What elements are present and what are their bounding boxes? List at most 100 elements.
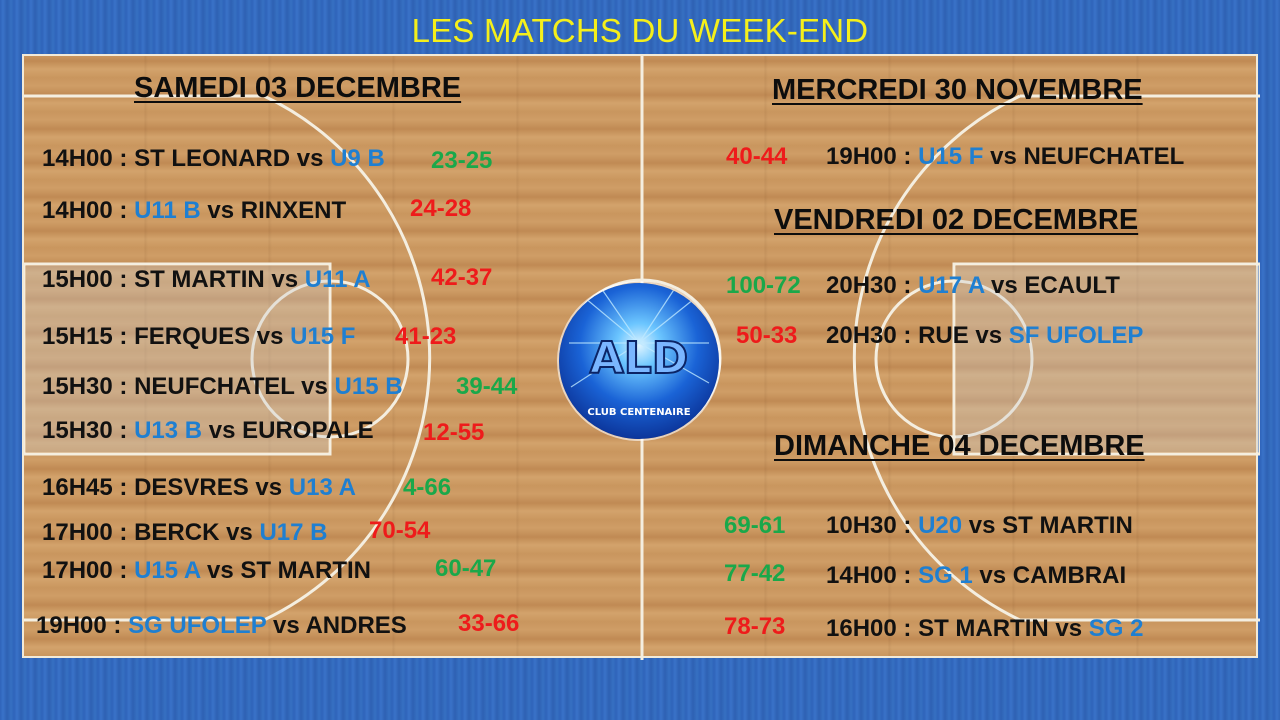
away-team: ANDRES (305, 612, 407, 639)
away-team: NEUFCHATEL (1023, 143, 1185, 170)
match-row: 15H15 : FERQUES vs U15 F (42, 323, 355, 351)
heading-friday: VENDREDI 02 DECEMBRE (774, 204, 1139, 236)
match-row: 15H00 : ST MARTIN vs U11 A (42, 266, 371, 294)
away-team: U15 F (290, 323, 356, 350)
logo-subtitle: CLUB CENTENAIRE (587, 407, 690, 418)
match-row: 14H00 : U11 B vs RINXENT (42, 197, 346, 225)
heading-sunday: DIMANCHE 04 DECEMBRE (774, 430, 1145, 462)
home-team: U13 B (134, 417, 203, 444)
versus-label: vs (984, 272, 1025, 299)
home-team: U11 B (134, 197, 201, 224)
versus-label: vs (983, 143, 1024, 170)
match-score: 4-66 (403, 474, 452, 501)
match-time: 15H30 : (42, 373, 135, 400)
match-time: 15H15 : (42, 323, 135, 350)
away-team: ST MARTIN (240, 557, 371, 584)
away-team: SF UFOLEP (1008, 322, 1144, 349)
versus-label: vs (1048, 615, 1089, 642)
match-time: 14H00 : (42, 145, 135, 172)
match-time: 14H00 : (42, 197, 135, 224)
match-time: 14H00 : (826, 562, 919, 589)
match-time: 17H00 : (42, 557, 135, 584)
match-row: 19H00 : U15 F vs NEUFCHATEL (826, 143, 1184, 171)
match-time: 15H00 : (42, 266, 135, 293)
heading-saturday: SAMEDI 03 DECEMBRE (134, 72, 462, 104)
match-time: 20H30 : (826, 322, 919, 349)
match-score: 12-55 (423, 419, 485, 446)
match-time: 17H00 : (42, 519, 135, 546)
home-team: U15 A (134, 557, 201, 584)
versus-label: vs (200, 197, 241, 224)
versus-label: vs (250, 323, 291, 350)
match-score: 33-66 (458, 610, 520, 637)
versus-label: vs (264, 266, 305, 293)
match-time: 10H30 : (826, 512, 919, 539)
home-team: ST MARTIN (134, 266, 265, 293)
match-row: 16H45 : DESVRES vs U13 A (42, 474, 356, 502)
match-score: 77-42 (724, 560, 786, 587)
away-team: U13 A (288, 474, 356, 501)
home-team: SG 1 (918, 562, 973, 589)
match-score: 24-28 (410, 195, 472, 222)
home-team: FERQUES (134, 323, 251, 350)
versus-label: vs (266, 612, 306, 639)
match-score: 100-72 (726, 272, 801, 299)
versus-label: vs (248, 474, 289, 501)
match-score: 40-44 (726, 143, 788, 170)
match-row: 16H00 : ST MARTIN vs SG 2 (826, 615, 1143, 643)
match-row: 20H30 : U17 A vs ECAULT (826, 272, 1120, 300)
versus-label: vs (290, 145, 331, 172)
match-score: 50-33 (736, 322, 798, 349)
match-score: 69-61 (724, 512, 786, 539)
match-score: 60-47 (435, 555, 497, 582)
away-team: ECAULT (1024, 272, 1120, 299)
away-team: U15 B (334, 373, 403, 400)
match-time: 19H00 : (36, 612, 129, 639)
versus-label: vs (972, 562, 1013, 589)
match-row: 17H00 : BERCK vs U17 B (42, 519, 327, 547)
versus-label: vs (294, 373, 335, 400)
match-score: 23-25 (431, 147, 493, 174)
away-team: U17 B (259, 519, 328, 546)
match-score: 41-23 (395, 323, 457, 350)
home-team: SG UFOLEP (128, 612, 267, 639)
logo-letters: ALD (590, 333, 689, 384)
away-team: U9 B (330, 145, 385, 172)
match-row: 10H30 : U20 vs ST MARTIN (826, 512, 1133, 540)
match-time: 19H00 : (826, 143, 919, 170)
away-team: U11 A (304, 266, 371, 293)
match-row: 20H30 : RUE vs SF UFOLEP (826, 322, 1143, 350)
away-team: RINXENT (240, 197, 347, 224)
versus-label: vs (962, 512, 1003, 539)
page-title: LES MATCHS DU WEEK-END (411, 12, 869, 49)
home-team: U15 F (918, 143, 984, 170)
away-team: ST MARTIN (1002, 512, 1133, 539)
match-time: 20H30 : (826, 272, 919, 299)
club-logo: ALD CLUB CENTENAIRE (559, 283, 719, 439)
match-row: 15H30 : NEUFCHATEL vs U15 B (42, 373, 403, 401)
match-row: 14H00 : SG 1 vs CAMBRAI (826, 562, 1126, 590)
away-team: CAMBRAI (1012, 562, 1127, 589)
match-score: 78-73 (724, 613, 786, 640)
home-team: ST MARTIN (918, 615, 1049, 642)
match-time: 15H30 : (42, 417, 135, 444)
match-time: 16H00 : (826, 615, 919, 642)
home-team: RUE (918, 322, 969, 349)
versus-label: vs (200, 557, 241, 584)
home-team: BERCK (134, 519, 220, 546)
match-row: 19H00 : SG UFOLEP vs ANDRES (36, 612, 407, 640)
away-team: SG 2 (1088, 615, 1144, 642)
match-time: 16H45 : (42, 474, 135, 501)
home-team: NEUFCHATEL (134, 373, 295, 400)
match-score: 42-37 (431, 264, 493, 291)
home-team: ST LEONARD (134, 145, 291, 172)
versus-label: vs (219, 519, 260, 546)
home-team: DESVRES (134, 474, 249, 501)
home-team: U17 A (918, 272, 985, 299)
home-team: U20 (918, 512, 963, 539)
match-score: 70-54 (369, 517, 431, 544)
match-row: 17H00 : U15 A vs ST MARTIN (42, 557, 371, 585)
match-row: 14H00 : ST LEONARD vs U9 B (42, 145, 385, 173)
match-score: 39-44 (456, 373, 518, 400)
away-team: EUROPALE (242, 417, 374, 444)
